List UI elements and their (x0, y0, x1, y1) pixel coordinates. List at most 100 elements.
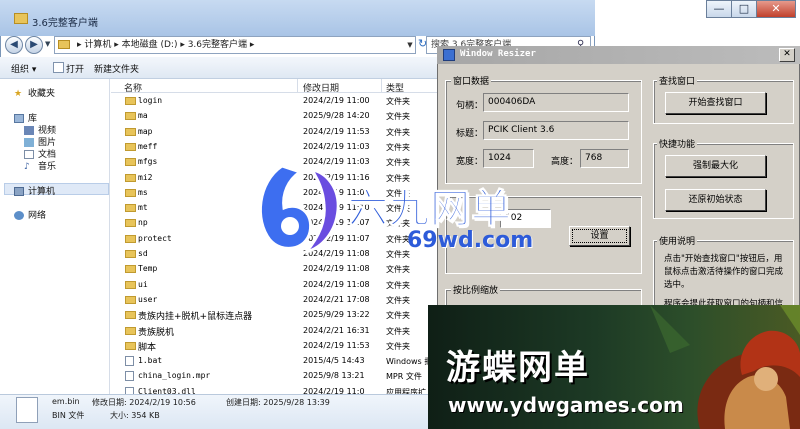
status-size: 大小: 354 KB (110, 411, 160, 420)
window-data-group-label: 窗口数据 (451, 74, 492, 87)
force-maximize-button[interactable]: 强制最大化 (665, 155, 766, 177)
folder-icon (125, 311, 136, 320)
history-dropdown-icon[interactable]: ▼ (45, 40, 50, 48)
close-button[interactable]: ✕ (756, 0, 796, 18)
organize-button[interactable]: 组织 ▾ (11, 62, 36, 75)
banner-title: 游蝶网单 (446, 348, 590, 388)
file-name: mfgs (138, 157, 158, 167)
width-field[interactable]: 1024 (483, 149, 534, 168)
file-date: 2025/9/28 14:20 (303, 111, 370, 121)
folder-icon (125, 234, 136, 243)
star-icon: ★ (14, 89, 23, 99)
folder-icon (125, 188, 136, 197)
file-name: mi2 (138, 172, 153, 182)
file-name: map (138, 126, 153, 136)
library-icon (14, 114, 24, 123)
nav-favorites-label: 收藏夹 (28, 89, 56, 99)
file-type: 文件夹 (386, 311, 410, 321)
file-date: 2025/9/29 13:22 (303, 310, 370, 320)
file-name: Temp (138, 264, 158, 274)
folder-icon (125, 112, 136, 121)
width-label: 宽度： (456, 157, 484, 167)
picture-icon (24, 138, 34, 147)
address-bar[interactable]: ▸ 计算机 ▸ 本地磁盘 (D:) ▸ 3.6完整客户端 ▸ (54, 36, 416, 54)
file-icon (125, 371, 134, 382)
resizer-title: Window Resizer (460, 49, 536, 59)
folder-icon (125, 204, 136, 213)
nav-music[interactable]: ♪ 音乐 (24, 159, 56, 172)
folder-icon (125, 97, 136, 105)
height-label: 高度： (551, 157, 579, 167)
folder-icon (125, 295, 136, 304)
handle-label: 句柄： (456, 101, 484, 111)
file-type: 文件夹 (386, 127, 410, 137)
forward-button[interactable]: ▶ (25, 36, 43, 54)
nav-network-label: 网络 (28, 211, 47, 221)
document-icon (24, 150, 34, 159)
minimize-button[interactable]: — (706, 0, 732, 18)
file-date: 2024/2/19 11:08 (303, 264, 370, 274)
file-name: 脚本 (138, 342, 157, 353)
folder-icon (125, 280, 136, 289)
file-name: ms (138, 187, 148, 197)
file-date: 2024/2/21 17:08 (303, 294, 370, 304)
new-folder-button[interactable]: 新建文件夹 (94, 62, 139, 75)
open-icon (53, 62, 64, 73)
folder-icon (125, 265, 136, 274)
file-name: sd (138, 249, 148, 258)
explorer-title: 3.6完整客户端 (32, 18, 98, 29)
folder-icon (125, 127, 136, 136)
file-name: 1.bat (138, 356, 163, 366)
title-label: 标题： (456, 129, 484, 139)
file-name: ma (138, 111, 148, 121)
column-separator[interactable] (297, 79, 298, 93)
music-icon: ♪ (24, 162, 30, 172)
find-window-group-label: 查找窗口 (657, 74, 698, 87)
status-filename: em.bin (52, 397, 80, 406)
file-date: 2025/9/8 13:21 (303, 371, 365, 381)
folder-icon (14, 13, 28, 24)
restore-button[interactable]: 还原初始状态 (665, 189, 766, 211)
file-name: 贵族脱机 (138, 327, 175, 338)
nav-favorites[interactable]: ★ 收藏夹 (14, 86, 55, 99)
file-date: 2024/2/19 11:53 (303, 340, 370, 350)
file-type: 文件夹 (386, 295, 410, 305)
back-button[interactable]: ◀ (5, 36, 23, 54)
help-group-label: 使用说明 (657, 234, 698, 247)
height-field[interactable]: 768 (580, 149, 629, 168)
handle-field[interactable]: 000406DA (483, 93, 629, 112)
nav-computer-label: 计算机 (28, 187, 56, 197)
window-controls: — □ ✕ (706, 0, 796, 18)
column-header-name[interactable]: 名称 (124, 81, 142, 94)
column-header-type[interactable]: 类型 (386, 81, 404, 94)
file-date: 2024/2/21 16:31 (303, 325, 370, 335)
file-type: 文件夹 (386, 326, 410, 336)
column-separator[interactable] (381, 79, 382, 93)
file-type: 文件夹 (386, 97, 410, 106)
set-button[interactable]: 设置 (569, 226, 630, 246)
status-created: 创建日期: 2025/9/28 13:39 (226, 398, 330, 407)
status-filetype: BIN 文件 (52, 411, 85, 420)
file-date: 2024/2/19 11:53 (303, 126, 370, 136)
title-field[interactable]: PCIK Client 3.6 (483, 121, 629, 140)
ratio-group-label: 按比例缩放 (451, 283, 501, 296)
maximize-button[interactable]: □ (731, 0, 757, 18)
address-dropdown-icon[interactable]: ▼ (404, 37, 416, 53)
file-name: mt (138, 203, 148, 213)
find-window-button[interactable]: 开始查找窗口 (665, 92, 766, 114)
file-icon (125, 356, 134, 367)
file-date: 2024/2/19 11:00 (303, 96, 370, 105)
watermark-text: 六九网单 (348, 186, 512, 233)
nav-network[interactable]: 网络 (14, 208, 46, 221)
folder-icon (125, 326, 136, 335)
file-type: 文件夹 (386, 158, 410, 168)
file-date: 2015/4/5 14:43 (303, 356, 365, 366)
open-button[interactable]: 打开 (66, 62, 84, 75)
file-type: 文件夹 (386, 265, 410, 275)
column-header-date[interactable]: 修改日期 (303, 81, 339, 94)
file-type: MPR 文件 (386, 372, 422, 382)
file-type: 文件夹 (386, 142, 410, 152)
nav-computer[interactable]: 计算机 (14, 184, 55, 197)
address-folder-icon (58, 40, 70, 49)
resizer-close-button[interactable]: ✕ (779, 48, 795, 62)
